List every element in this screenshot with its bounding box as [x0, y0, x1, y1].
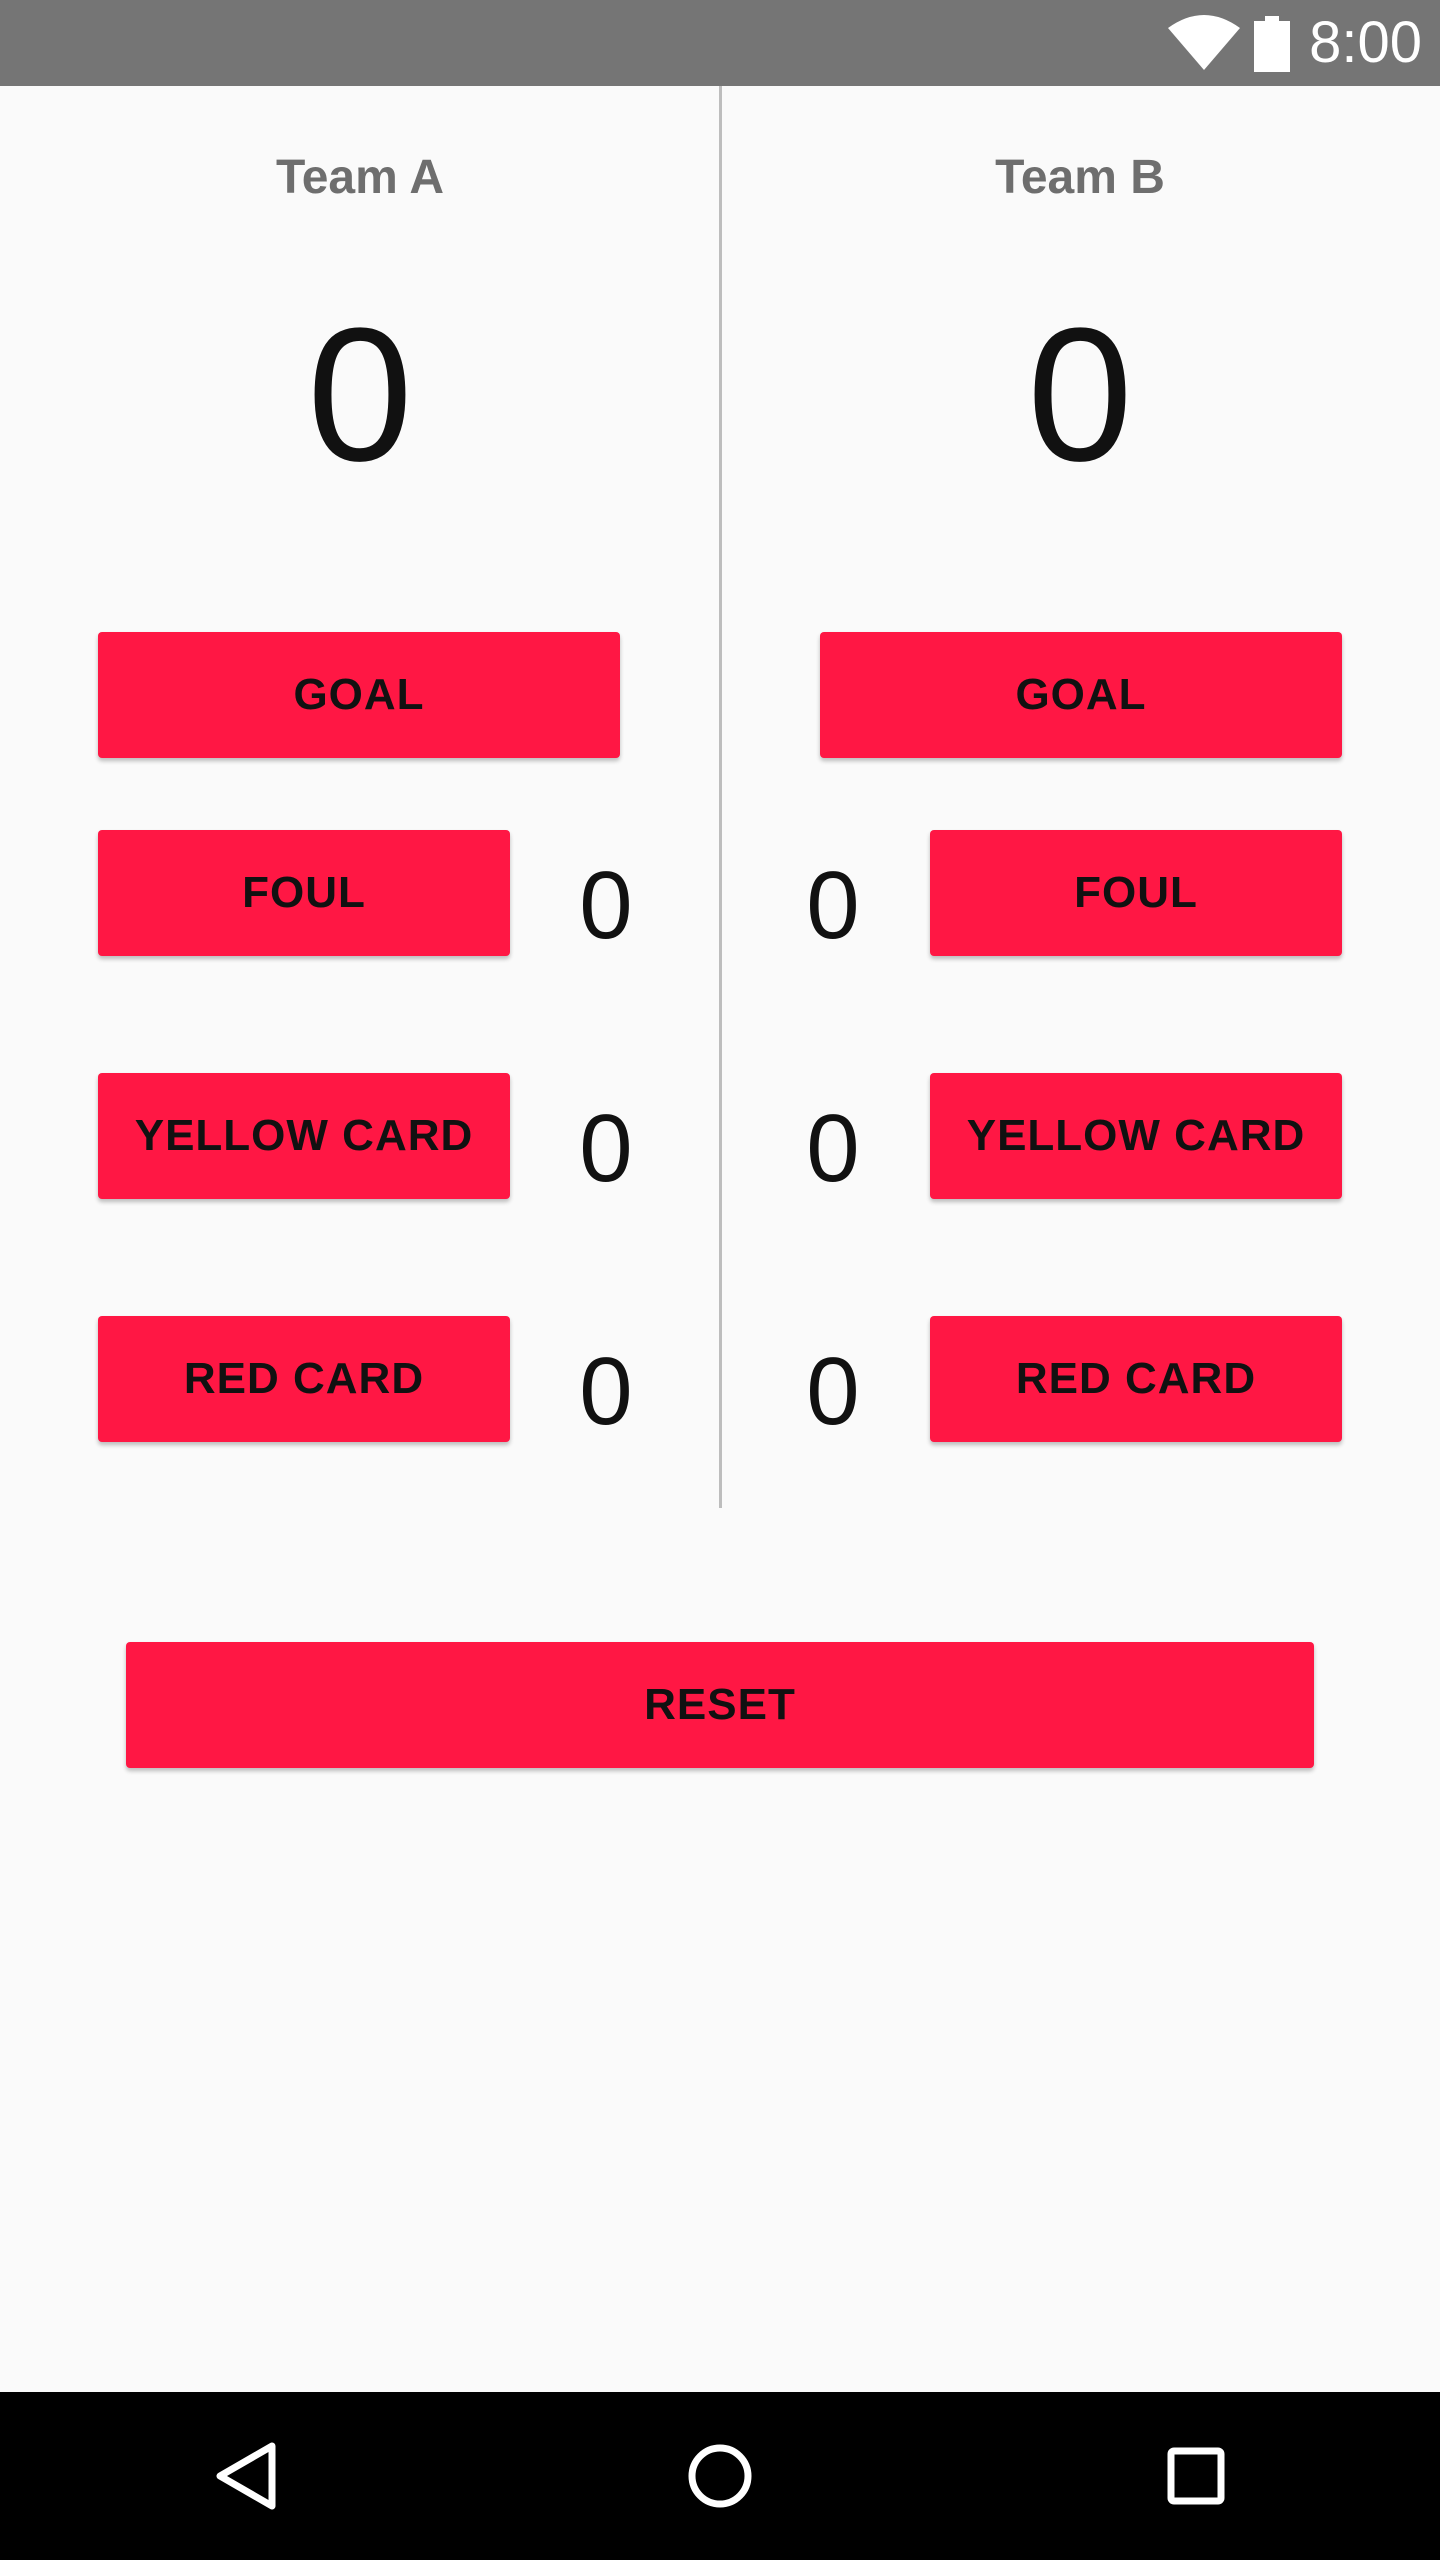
team-b-title: Team B — [995, 151, 1165, 204]
team-a-foul-count: 0 — [579, 852, 633, 959]
recents-square-icon[interactable] — [1146, 2426, 1246, 2526]
wifi-icon — [1168, 14, 1240, 75]
status-time: 8:00 — [1309, 10, 1422, 75]
team-a-foul-button[interactable]: FOUL — [98, 830, 510, 956]
reset-button[interactable]: RESET — [126, 1642, 1314, 1768]
column-divider — [719, 86, 722, 1508]
app-screen: 8:00 Team A Team B 0 0 GOAL GOAL FOUL YE… — [0, 0, 1440, 2560]
team-a-red-card-button[interactable]: RED CARD — [98, 1316, 510, 1442]
team-a-score: 0 — [307, 289, 413, 501]
back-triangle-icon[interactable] — [196, 2426, 296, 2526]
team-b-foul-count: 0 — [806, 852, 860, 959]
team-b-red-card-button[interactable]: RED CARD — [930, 1316, 1342, 1442]
team-b-yellow-card-count: 0 — [806, 1095, 860, 1202]
team-a-goal-button[interactable]: GOAL — [98, 632, 620, 758]
navigation-bar — [0, 2392, 1440, 2560]
team-b-goal-button[interactable]: GOAL — [820, 632, 1342, 758]
team-a-yellow-card-button[interactable]: YELLOW CARD — [98, 1073, 510, 1199]
team-a-title: Team A — [275, 151, 445, 204]
status-bar: 8:00 — [0, 0, 1440, 86]
team-b-yellow-card-button[interactable]: YELLOW CARD — [930, 1073, 1342, 1199]
team-b-foul-button[interactable]: FOUL — [930, 830, 1342, 956]
battery-icon — [1252, 16, 1292, 77]
team-b-score: 0 — [1027, 289, 1133, 501]
home-circle-icon[interactable] — [670, 2426, 770, 2526]
team-b-red-card-count: 0 — [806, 1338, 860, 1445]
team-a-red-card-count: 0 — [579, 1338, 633, 1445]
team-a-yellow-card-count: 0 — [579, 1095, 633, 1202]
